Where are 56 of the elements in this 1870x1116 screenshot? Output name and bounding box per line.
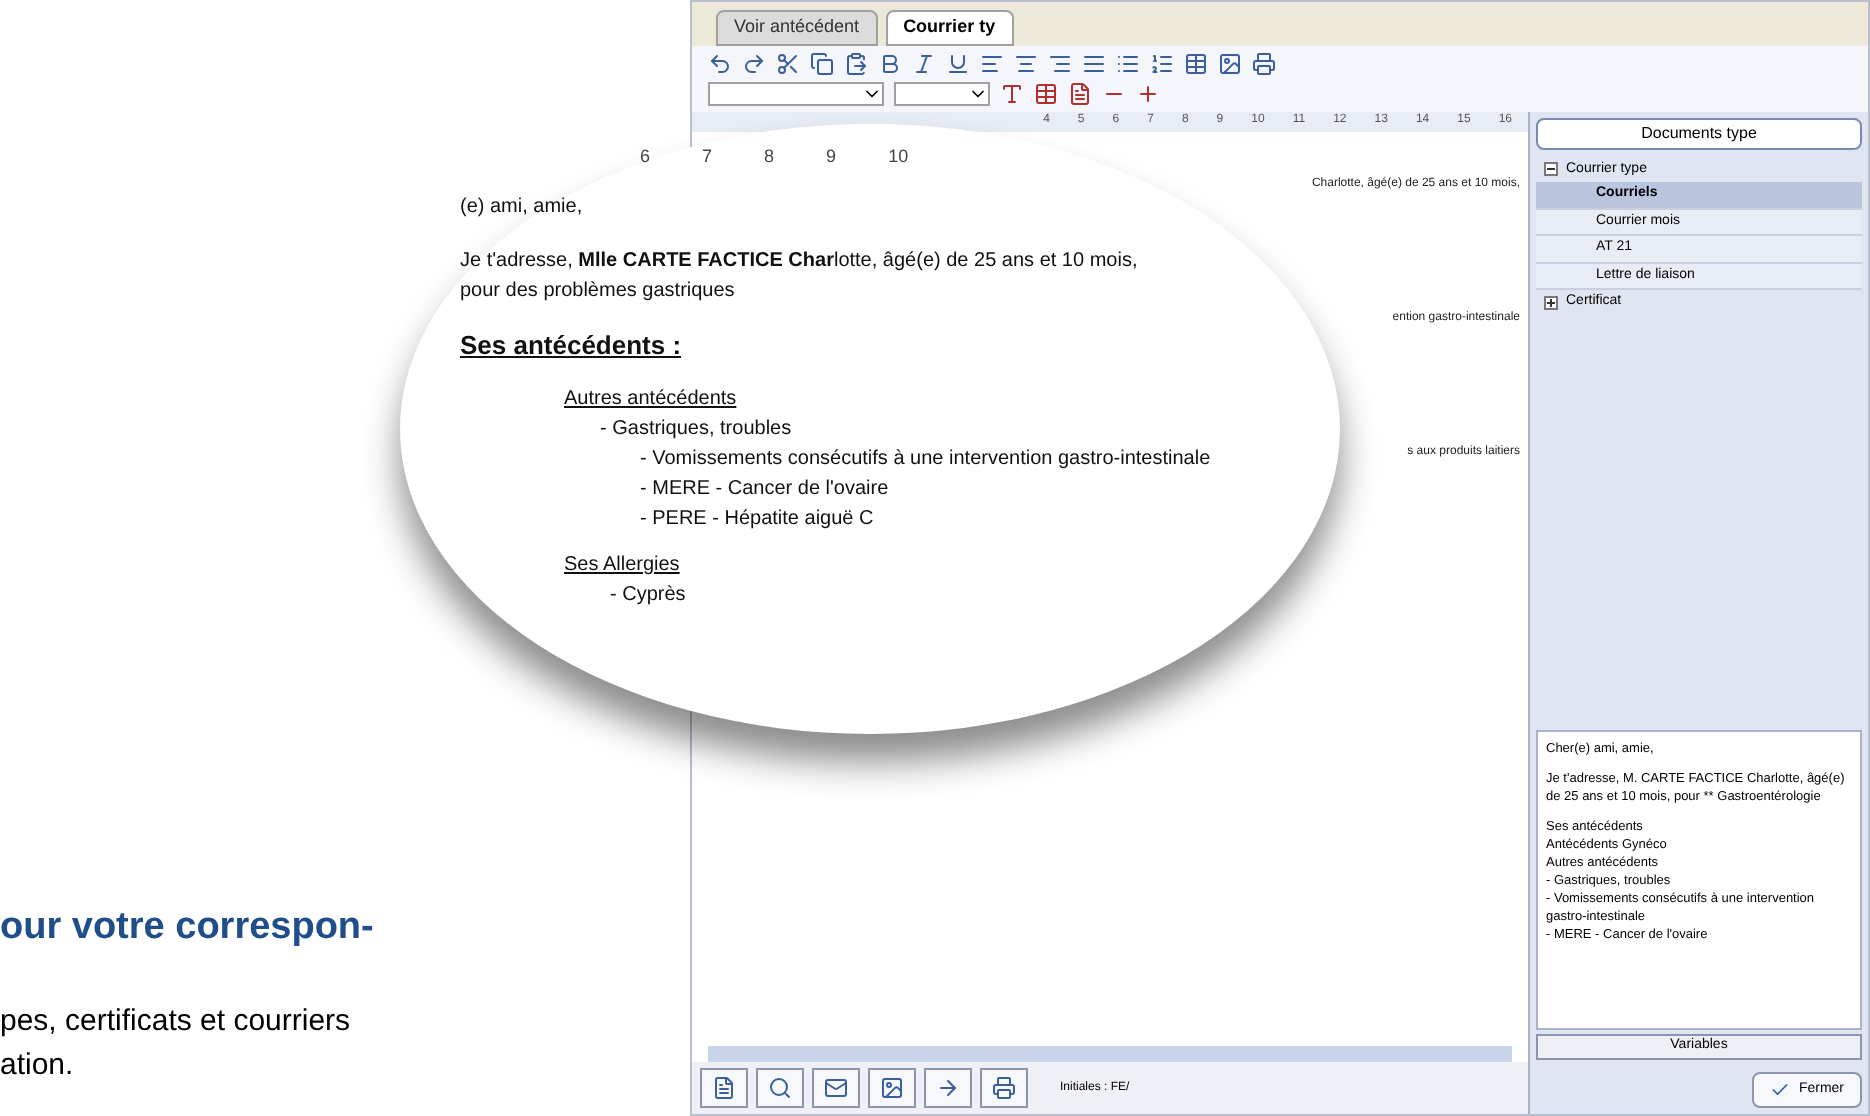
plus-icon[interactable] <box>1136 81 1160 105</box>
check-icon <box>1770 1079 1791 1100</box>
align-center-icon[interactable] <box>1014 51 1038 75</box>
mail-button[interactable] <box>812 1068 860 1108</box>
tab[interactable]: Courrier ty <box>885 10 1014 45</box>
document-icon <box>712 1076 736 1100</box>
bold-icon[interactable] <box>878 51 902 75</box>
redo-icon[interactable] <box>742 51 766 75</box>
letter-text: (e) ami, amie, <box>460 193 583 221</box>
brochure-heading: our votre correspon- <box>0 903 374 951</box>
subsection-heading: Autres antécédents <box>564 386 737 414</box>
italic-icon[interactable] <box>912 51 936 75</box>
image-icon[interactable] <box>1218 51 1242 75</box>
document-icon[interactable] <box>1068 81 1092 105</box>
list-item: - PERE - Hépatite aiguë C <box>640 506 874 534</box>
section-heading: Ses antécédents : <box>460 327 682 363</box>
arrow-right-button[interactable] <box>924 1068 972 1108</box>
mail-icon <box>824 1076 848 1100</box>
align-left-icon[interactable] <box>980 51 1004 75</box>
letter-text: pour des problèmes gastriques <box>460 277 735 305</box>
search-button[interactable] <box>756 1068 804 1108</box>
expand-icon[interactable] <box>1544 295 1558 310</box>
letter-text: Je t'adresse, Mlle CARTE FACTICE Charlotte, âgé(e) de 25 ans et 10 mois, <box>460 247 1138 275</box>
collapse-icon[interactable] <box>1544 162 1558 177</box>
font-dropdown[interactable] <box>708 81 884 105</box>
list-item: - Vomissements consécutifs à une intervention gastro-intestinale <box>640 446 1211 474</box>
subsection-heading: Ses Allergies <box>564 552 680 580</box>
scrollbar[interactable] <box>708 1046 1512 1062</box>
image-button[interactable] <box>868 1068 916 1108</box>
brochure-text: ation. <box>0 1046 74 1086</box>
image-icon <box>880 1076 904 1100</box>
list-item: - Cyprès <box>610 582 686 610</box>
underline-icon[interactable] <box>946 51 970 75</box>
table-icon[interactable] <box>1184 51 1208 75</box>
undo-icon[interactable] <box>708 51 732 75</box>
printer-icon <box>992 1076 1016 1100</box>
numbered-list-icon[interactable] <box>1150 51 1174 75</box>
arrow-right-icon <box>936 1076 960 1100</box>
size-dropdown[interactable] <box>894 81 990 105</box>
ruler: 6 7 8 9 10 <box>640 144 909 170</box>
tab[interactable]: Voir antécédent <box>716 10 878 45</box>
cut-icon[interactable] <box>776 51 800 75</box>
table-icon[interactable] <box>1034 81 1058 105</box>
align-right-icon[interactable] <box>1048 51 1072 75</box>
justify-icon[interactable] <box>1082 51 1106 75</box>
copy-icon[interactable] <box>810 51 834 75</box>
print-icon[interactable] <box>1252 51 1276 75</box>
documents-type-button[interactable]: Documents type <box>1536 117 1862 149</box>
document-button[interactable] <box>700 1068 748 1108</box>
text-color-icon[interactable] <box>1000 81 1024 105</box>
list-item: - MERE - Cancer de l'ovaire <box>640 476 889 504</box>
search-icon <box>768 1076 792 1100</box>
printer-button[interactable] <box>980 1068 1028 1108</box>
list-item: - Gastriques, troubles <box>600 416 792 444</box>
paste-icon[interactable] <box>844 51 868 75</box>
brochure-text: pes, certificats et courriers <box>0 1002 351 1042</box>
